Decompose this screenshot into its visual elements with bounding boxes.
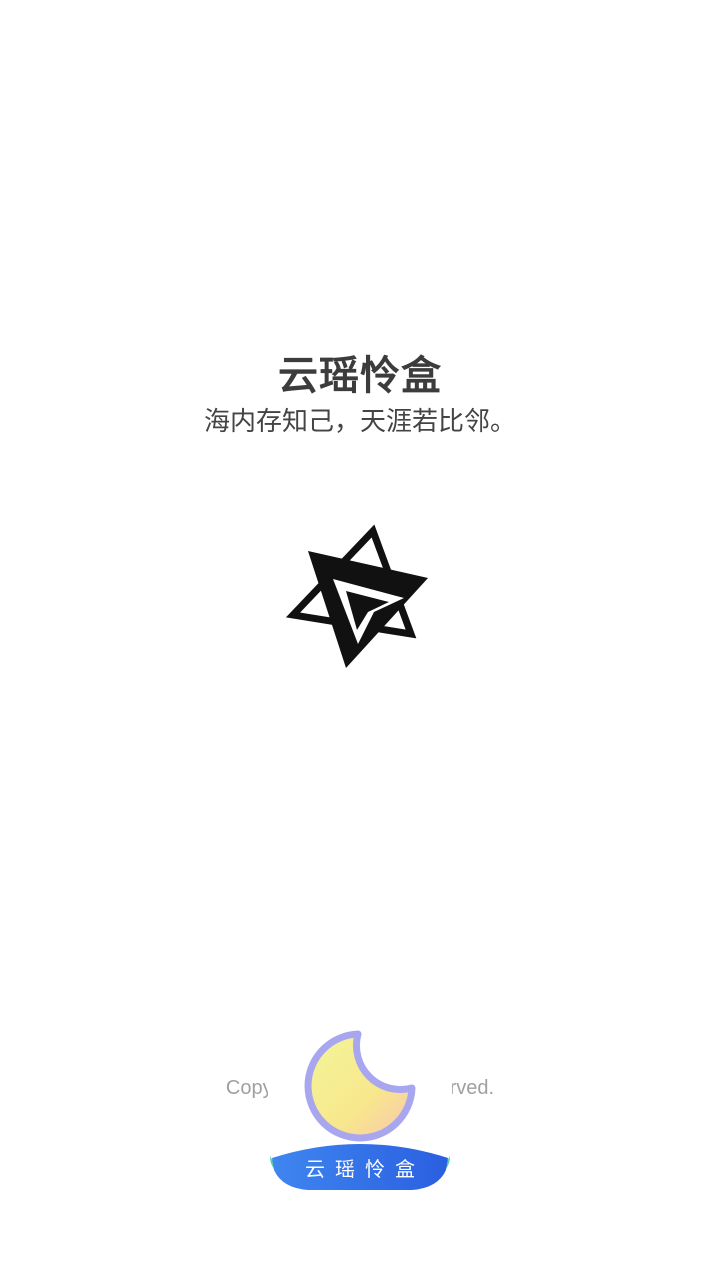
- app-title: 云瑶怜盒: [278, 353, 442, 399]
- star-arrow-logo-icon: [286, 524, 428, 668]
- slogan-text: 海内存知己，天涯若比邻。: [203, 407, 516, 437]
- badge-label: 云瑶怜盒: [305, 1157, 425, 1181]
- splash-screen: 云瑶怜盒 海内存知己，天涯若比邻。 Copyright @ 2 ghts Res…: [0, 0, 720, 1280]
